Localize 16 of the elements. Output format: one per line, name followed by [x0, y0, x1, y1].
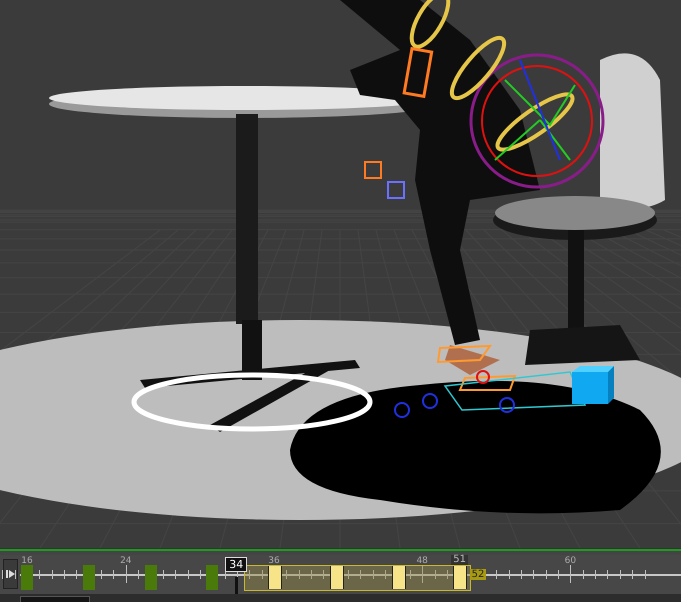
frame-number: 16 [21, 556, 33, 566]
frame-number: 36 [268, 556, 280, 566]
playhead[interactable] [235, 577, 238, 594]
selection-end-frame: 51 [451, 555, 468, 565]
play-icon [6, 569, 16, 579]
cube-control[interactable] [572, 366, 614, 404]
current-frame[interactable]: 34 [225, 557, 248, 572]
play-button[interactable] [3, 559, 18, 589]
frame-number: 24 [120, 556, 132, 566]
keyframe[interactable] [330, 566, 344, 589]
keyframe[interactable] [453, 566, 468, 589]
keyframe[interactable] [392, 566, 406, 589]
range-end-frame[interactable]: 52 [470, 569, 486, 580]
frame-number: 48 [416, 556, 428, 566]
keyframe[interactable] [268, 566, 282, 589]
frame-number: 60 [564, 556, 576, 566]
